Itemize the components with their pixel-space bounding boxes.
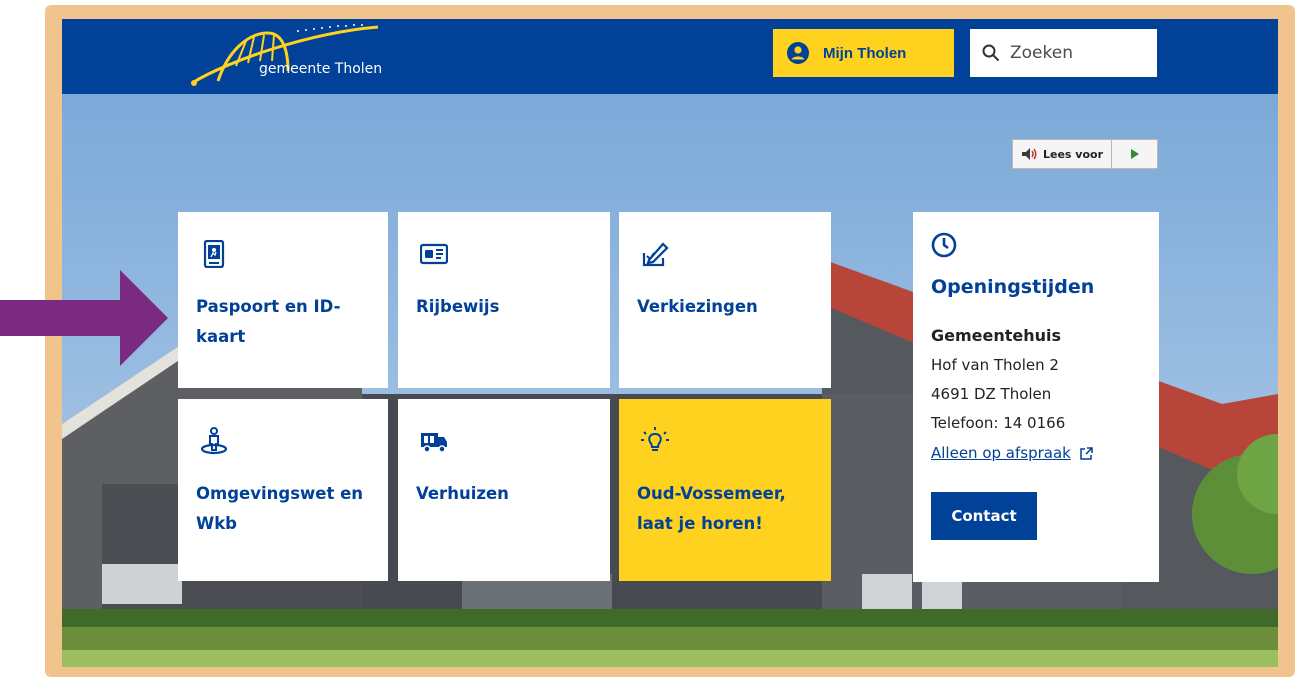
contact-button[interactable]: Contact (931, 492, 1037, 540)
moving-truck-icon (421, 433, 447, 453)
tile-verkiezingen[interactable]: Verkiezingen (619, 212, 831, 388)
site-header: gemeente Tholen Mijn Tholen (62, 19, 1278, 94)
search-icon (982, 44, 1000, 62)
read-aloud-widget: Lees voor (1012, 139, 1158, 169)
passport-icon (203, 240, 225, 268)
logo-text: gemeente Tholen (259, 61, 383, 77)
mijn-tholen-button[interactable]: Mijn Tholen (773, 29, 954, 77)
tile-label: Rijbewijs (416, 297, 500, 316)
tile-verhuizen[interactable]: Verhuizen (398, 399, 610, 581)
id-card-icon (420, 243, 448, 265)
play-button[interactable] (1112, 140, 1157, 168)
play-icon (1130, 149, 1139, 159)
vote-pen-icon (642, 242, 669, 267)
user-circle-icon (787, 42, 809, 64)
tile-label: Omgevingswet en Wkb (196, 484, 364, 533)
tholen-logo-icon[interactable] (188, 21, 388, 91)
opening-hours-title: Openingstijden (931, 276, 1095, 298)
address-street: Hof van Tholen 2 (931, 356, 1059, 374)
address-postcode: 4691 DZ Tholen (931, 385, 1052, 403)
tile-omgevingswet[interactable]: Omgevingswet en Wkb (178, 399, 388, 581)
tile-label: Verhuizen (416, 484, 509, 503)
tile-label: Oud-Vossemeer, laat je horen! (637, 484, 786, 533)
tile-oud-vossemeer[interactable]: Oud-Vossemeer, laat je horen! (619, 399, 831, 581)
external-link-icon (1080, 446, 1093, 460)
tile-label: Paspoort en ID-kaart (196, 297, 341, 346)
clock-icon (931, 232, 957, 258)
mijn-tholen-label: Mijn Tholen (823, 44, 907, 62)
person-location-icon (200, 427, 228, 455)
appointment-link-label: Alleen op afspraak (931, 444, 1071, 462)
appointment-link[interactable]: Alleen op afspraak (931, 444, 1094, 462)
tile-label: Verkiezingen (637, 297, 758, 316)
read-aloud-label: Lees voor (1043, 147, 1104, 161)
speaker-icon (1022, 148, 1037, 160)
lightbulb-icon (641, 427, 669, 451)
opening-hours-card: Openingstijden Gemeentehuis Hof van Thol… (913, 212, 1159, 582)
search-box[interactable] (970, 29, 1157, 77)
phone-number: Telefoon: 14 0166 (931, 414, 1066, 432)
location-name: Gemeentehuis (931, 326, 1062, 345)
website: gemeente Tholen Mijn Tholen Le (62, 19, 1278, 667)
tile-rijbewijs[interactable]: Rijbewijs (398, 212, 610, 388)
read-aloud-button[interactable]: Lees voor (1013, 140, 1113, 168)
annotation-arrow-icon (0, 270, 168, 366)
tile-paspoort[interactable]: Paspoort en ID-kaart (178, 212, 388, 388)
search-input[interactable] (1010, 43, 1150, 63)
